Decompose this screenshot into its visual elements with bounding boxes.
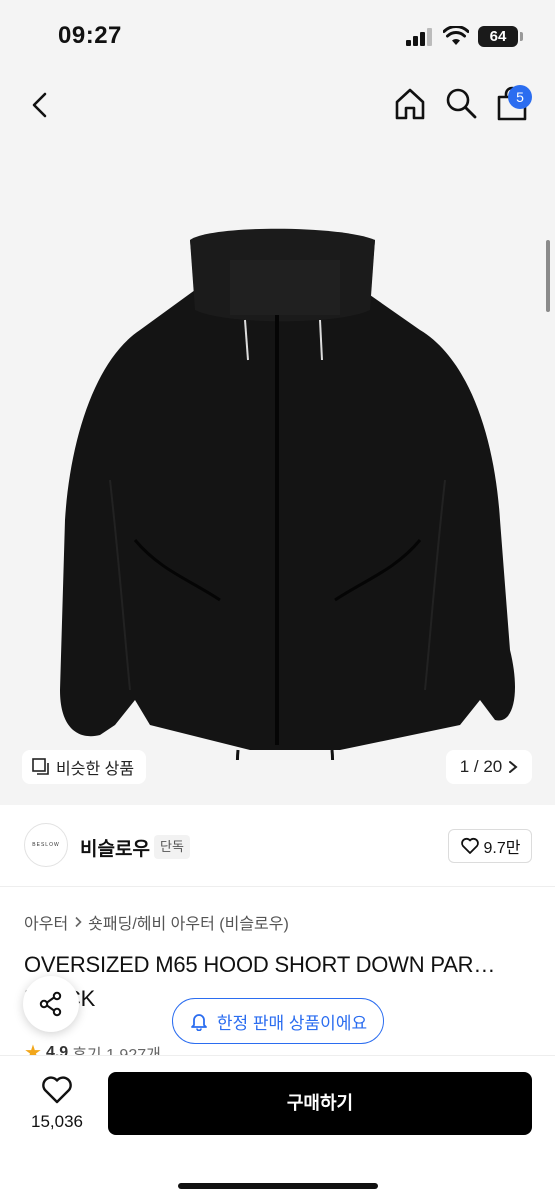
breadcrumb: 아우터 숏패딩/헤비 아우터 (비슬로우) <box>24 910 289 934</box>
battery-indicator: 64 <box>478 26 518 47</box>
heart-icon <box>460 837 479 854</box>
limited-sale-notice[interactable]: 한정 판매 상품이에요 <box>172 998 384 1044</box>
product-image-gallery[interactable] <box>0 140 555 805</box>
top-nav <box>0 70 555 140</box>
wishlist-count: 15,036 <box>31 1112 83 1131</box>
brand-row[interactable]: BESLOW 비슬로우 단독 9.7만 <box>0 805 555 887</box>
home-icon[interactable] <box>392 86 428 122</box>
brand-logo[interactable]: BESLOW <box>24 823 68 867</box>
status-bar: 09:27 64 <box>0 0 555 70</box>
similar-items-icon <box>32 758 49 775</box>
breadcrumb-item-sub[interactable]: 숏패딩/헤비 아우터 (비슬로우) <box>88 910 289 934</box>
exclusive-tag: 단독 <box>154 835 190 859</box>
status-time: 09:27 <box>58 22 122 49</box>
wifi-icon <box>443 26 469 45</box>
chevron-right-icon <box>509 761 518 773</box>
image-page-counter[interactable]: 1 / 20 <box>446 750 532 784</box>
brand-name[interactable]: 비슬로우 <box>80 834 150 861</box>
similar-products-label: 비슷한 상품 <box>56 761 135 778</box>
breadcrumb-item-main[interactable]: 아우터 <box>24 910 68 934</box>
home-indicator[interactable] <box>178 1183 378 1189</box>
share-button[interactable] <box>23 976 79 1032</box>
purchase-bar: 15,036 구매하기 <box>0 1055 555 1200</box>
battery-tip <box>520 32 523 41</box>
bell-icon <box>190 1014 207 1031</box>
limited-sale-label: 한정 판매 상품이에요 <box>216 1013 368 1033</box>
brand-like-count: 9.7만 <box>483 840 521 857</box>
brand-like-button[interactable]: 9.7만 <box>448 829 532 863</box>
product-image <box>60 228 515 760</box>
buy-button[interactable]: 구매하기 <box>108 1072 532 1135</box>
chevron-right-icon <box>75 916 82 928</box>
heart-icon[interactable] <box>40 1074 74 1106</box>
share-icon <box>39 991 62 1017</box>
search-icon[interactable] <box>444 86 478 120</box>
cart-count-badge: 5 <box>508 85 532 109</box>
page-scrollbar[interactable] <box>546 240 550 312</box>
page-counter-label: 1 / 20 <box>459 757 503 776</box>
back-icon[interactable] <box>24 88 58 122</box>
similar-products-button[interactable]: 비슷한 상품 <box>22 750 147 784</box>
cellular-signal-icon <box>406 28 432 46</box>
